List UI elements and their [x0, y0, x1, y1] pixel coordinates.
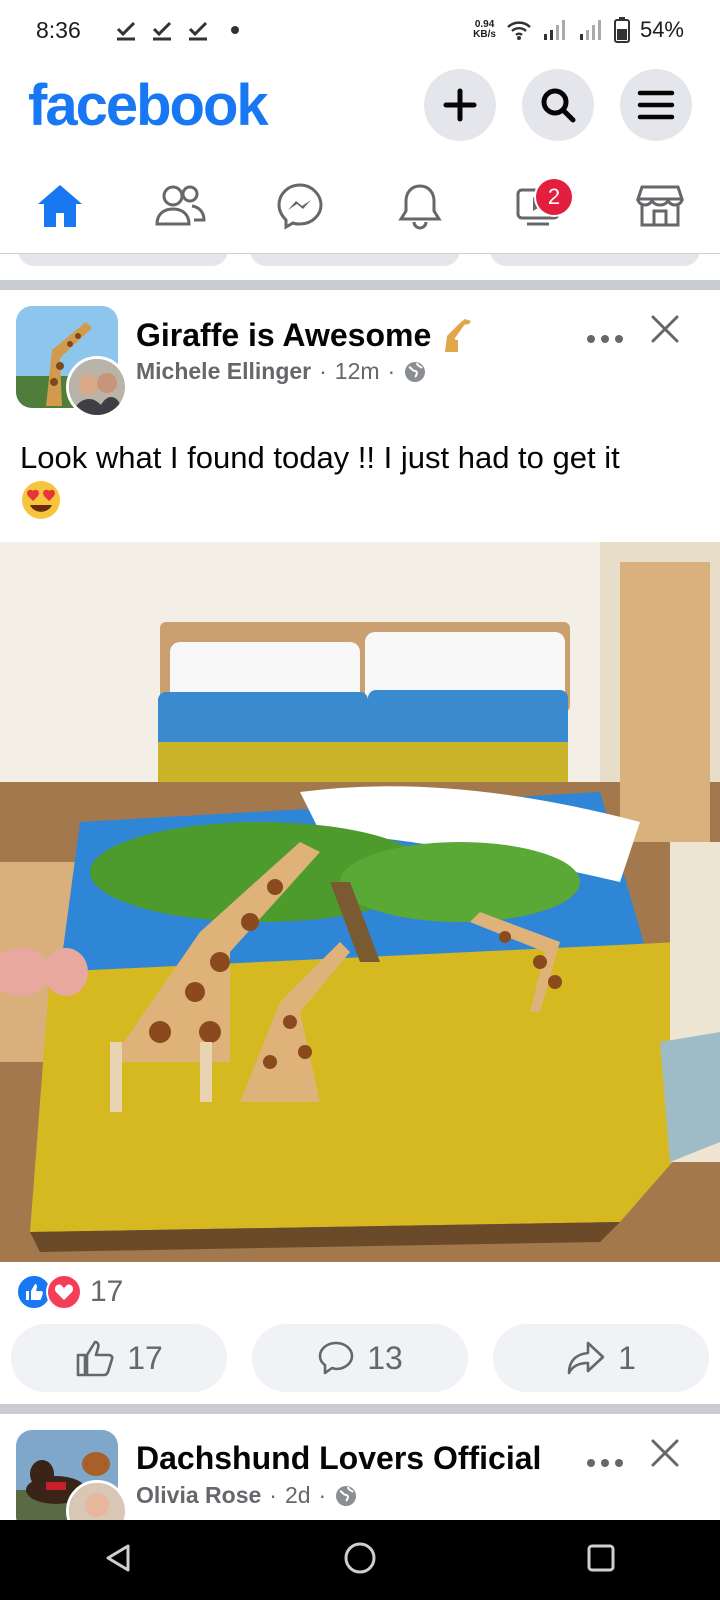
- tab-friends[interactable]: [140, 171, 220, 241]
- watch-notification-badge: 2: [534, 176, 574, 217]
- wifi-icon: [507, 21, 531, 40]
- more-notifications-dot: [230, 26, 239, 34]
- share-button[interactable]: 1: [493, 1324, 709, 1392]
- messenger-icon: [277, 182, 323, 230]
- love-reaction-icon: [46, 1274, 82, 1310]
- facebook-logo[interactable]: facebook: [28, 72, 269, 139]
- author-avatar[interactable]: [66, 356, 128, 418]
- globe-icon: [336, 1485, 357, 1506]
- tab-notifications[interactable]: [380, 171, 460, 241]
- post-options-button[interactable]: [586, 318, 624, 352]
- author-name[interactable]: Michele Ellinger: [136, 358, 311, 385]
- post-meta: Michele Ellinger · 12m ·: [136, 358, 427, 385]
- author-name[interactable]: Olivia Rose: [136, 1482, 261, 1509]
- home-icon: [38, 184, 82, 227]
- comment-button[interactable]: 13: [252, 1324, 468, 1392]
- menu-button[interactable]: [620, 69, 692, 141]
- tab-home[interactable]: [20, 171, 100, 241]
- giraffe-emoji-icon: [445, 319, 472, 352]
- post-body: Look what I found today !! I just had to…: [20, 438, 700, 521]
- post-meta: Olivia Rose · 2d ·: [136, 1482, 358, 1509]
- download-done-icon: [152, 21, 171, 41]
- back-icon: [106, 1544, 130, 1571]
- post-actions: 17 13 1: [11, 1324, 709, 1392]
- thumbs-up-icon: [76, 1340, 114, 1377]
- heart-eyes-emoji-icon: [22, 480, 60, 519]
- create-button[interactable]: [424, 69, 496, 141]
- marketplace-icon: [636, 185, 684, 226]
- post-text: Look what I found today !! I just had to…: [20, 440, 620, 475]
- recents-icon: [587, 1544, 615, 1571]
- search-button[interactable]: [522, 69, 594, 141]
- close-icon: [651, 315, 679, 343]
- share-count: 1: [618, 1339, 636, 1376]
- hide-post-button[interactable]: [650, 314, 680, 349]
- post-group-title: Dachshund Lovers Official: [136, 1440, 541, 1477]
- bell-icon: [398, 183, 442, 229]
- post-options-button[interactable]: [586, 1442, 624, 1476]
- post-header: Dachshund Lovers Official Olivia Rose · …: [0, 1422, 720, 1542]
- feed-separator: [0, 280, 720, 290]
- post-timestamp[interactable]: 12m: [335, 358, 380, 385]
- story-card[interactable]: [250, 254, 460, 266]
- download-done-icon: [116, 21, 135, 41]
- post-photo[interactable]: [0, 542, 720, 1262]
- reaction-count: 17: [90, 1275, 124, 1308]
- stories-carousel-edge: [0, 254, 720, 268]
- signal-icon: [579, 20, 601, 40]
- recents-button[interactable]: [586, 1543, 616, 1578]
- network-speed: 0.94 KB/s: [473, 19, 496, 40]
- story-card[interactable]: [490, 254, 700, 266]
- like-count: 17: [127, 1339, 163, 1376]
- group-avatar[interactable]: [16, 1430, 128, 1542]
- tab-messenger[interactable]: [260, 171, 340, 241]
- home-circle-icon: [344, 1542, 376, 1573]
- notification-icons: [115, 19, 239, 41]
- group-name[interactable]: Giraffe is Awesome: [136, 317, 431, 354]
- like-button[interactable]: 17: [11, 1324, 227, 1392]
- search-icon: [541, 88, 576, 123]
- battery-icon: [613, 17, 630, 43]
- more-icon: [587, 1459, 623, 1467]
- feed-separator: [0, 1404, 720, 1414]
- friends-icon: [155, 185, 206, 225]
- post-header: Giraffe is Awesome Michele Ellinger · 12…: [0, 298, 720, 418]
- app-header: facebook: [0, 60, 720, 150]
- plus-icon: [443, 88, 477, 122]
- share-icon: [567, 1341, 605, 1375]
- tab-marketplace[interactable]: [620, 171, 700, 241]
- comment-count: 13: [367, 1339, 403, 1376]
- reaction-summary[interactable]: 17: [16, 1272, 123, 1312]
- signal-icon: [543, 20, 565, 40]
- main-nav-tabs: 2: [0, 158, 720, 254]
- post-group-title: Giraffe is Awesome: [136, 316, 475, 354]
- status-bar: 8:36 0.94 KB/s 54%: [0, 0, 720, 60]
- status-time: 8:36: [36, 16, 81, 43]
- globe-icon: [405, 361, 426, 382]
- home-button[interactable]: [343, 1541, 377, 1580]
- close-icon: [651, 1439, 679, 1467]
- more-icon: [587, 335, 623, 343]
- story-card[interactable]: [18, 254, 228, 266]
- tab-watch[interactable]: 2: [500, 171, 580, 241]
- battery-level: 54%: [639, 17, 684, 42]
- group-name[interactable]: Dachshund Lovers Official: [136, 1440, 541, 1477]
- download-done-icon: [188, 21, 207, 41]
- comment-icon: [318, 1341, 354, 1375]
- system-navigation-bar: [0, 1520, 720, 1600]
- post-timestamp[interactable]: 2d: [285, 1482, 311, 1509]
- hide-post-button[interactable]: [650, 1438, 680, 1473]
- hamburger-icon: [637, 90, 675, 120]
- group-avatar[interactable]: [16, 306, 128, 418]
- back-button[interactable]: [104, 1543, 134, 1578]
